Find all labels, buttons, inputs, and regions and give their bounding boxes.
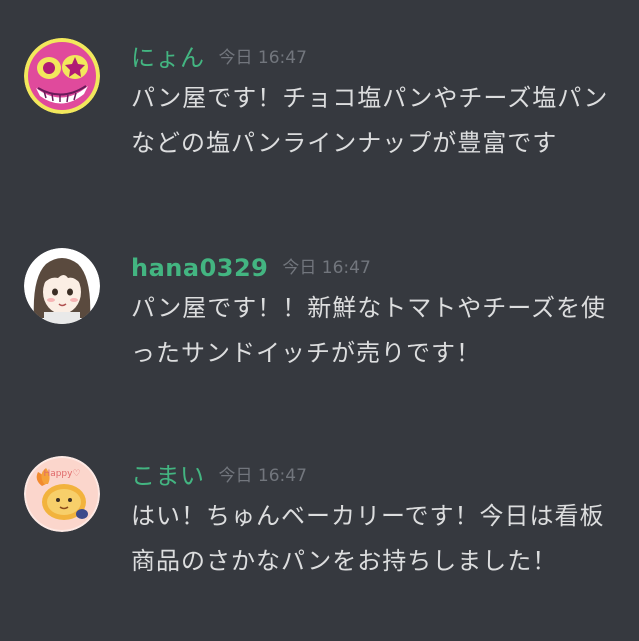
message-header: こまい 今日 16:47	[131, 456, 307, 496]
avatar[interactable]: Happy♡	[24, 456, 100, 532]
username[interactable]: hana0329	[131, 248, 268, 288]
svg-text:Happy♡: Happy♡	[43, 469, 80, 479]
username[interactable]: こまい	[131, 456, 205, 496]
anime-girl-drawing-avatar-icon	[24, 248, 100, 324]
pink-star-eyes-creature-avatar-icon	[24, 38, 100, 114]
message-content: パン屋です！チョコ塩パンやチーズ塩パンなどの塩パンラインナップが豊富です	[131, 84, 609, 157]
message-header: にょん 今日 16:47	[131, 38, 307, 78]
avatar[interactable]	[24, 248, 100, 324]
fried-shrimp-character-avatar-icon: Happy♡	[24, 456, 100, 532]
timestamp: 今日 16:47	[282, 258, 371, 278]
avatar[interactable]	[24, 38, 100, 114]
message-content: はい！ちゅんベーカリーです！今日は看板商品のさかなパンをお持ちしました！	[131, 502, 605, 575]
chat-message-list: にょん 今日 16:47 パン屋です！チョコ塩パンやチーズ塩パンなどの塩パンライ…	[0, 0, 639, 641]
message-header: hana0329 今日 16:47	[131, 248, 371, 288]
message-content: パン屋です！！新鮮なトマトやチーズを使ったサンドイッチが売りです！	[131, 294, 606, 367]
timestamp: 今日 16:47	[218, 48, 307, 68]
username[interactable]: にょん	[131, 38, 205, 78]
timestamp: 今日 16:47	[218, 466, 307, 486]
